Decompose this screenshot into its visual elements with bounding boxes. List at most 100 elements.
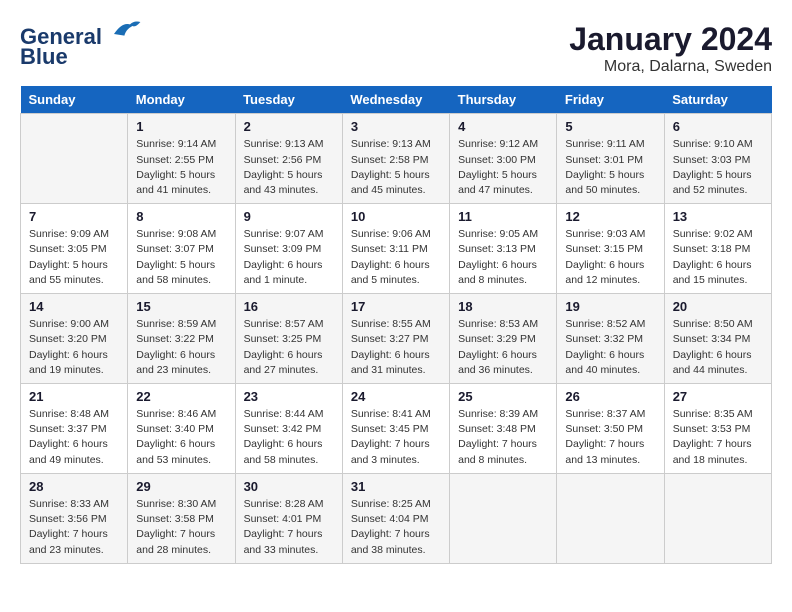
day-info: Sunrise: 9:08 AM Sunset: 3:07 PM Dayligh… bbox=[136, 227, 226, 288]
day-number: 9 bbox=[244, 209, 334, 224]
day-info: Sunrise: 9:07 AM Sunset: 3:09 PM Dayligh… bbox=[244, 227, 334, 288]
day-info: Sunrise: 9:11 AM Sunset: 3:01 PM Dayligh… bbox=[565, 137, 655, 198]
calendar-cell: 6Sunrise: 9:10 AM Sunset: 3:03 PM Daylig… bbox=[664, 114, 771, 204]
day-info: Sunrise: 9:02 AM Sunset: 3:18 PM Dayligh… bbox=[673, 227, 763, 288]
day-number: 8 bbox=[136, 209, 226, 224]
calendar-cell: 29 Sunrise: 8:30 AM Sunset: 3:58 PM Dayli… bbox=[128, 473, 235, 563]
calendar-cell: 1 Sunrise: 9:14 AM Sunset: 2:55 PM Daylig… bbox=[128, 114, 235, 204]
header-monday: Monday bbox=[128, 86, 235, 114]
day-number: 3 bbox=[351, 119, 441, 134]
calendar-cell bbox=[450, 473, 557, 563]
day-info: Sunrise: 9:06 AM Sunset: 3:11 PM Dayligh… bbox=[351, 227, 441, 288]
page-title: January 2024 bbox=[569, 20, 772, 58]
day-info: Sunrise: 9:13 AM Sunset: 2:58 PM Dayligh… bbox=[351, 137, 441, 198]
day-info: Sunrise: 9:12 AM Sunset: 3:00 PM Dayligh… bbox=[458, 137, 548, 198]
calendar-cell bbox=[557, 473, 664, 563]
day-info: Sunrise: 9:13 AM Sunset: 2:56 PM Dayligh… bbox=[244, 137, 334, 198]
day-number: 16 bbox=[244, 299, 334, 314]
calendar-cell: 15 Sunrise: 8:59 AM Sunset: 3:22 PM Dayli… bbox=[128, 294, 235, 384]
header-friday: Friday bbox=[557, 86, 664, 114]
day-number: 14 bbox=[29, 299, 119, 314]
day-info: Sunrise: 8:30 AM Sunset: 3:58 PM Dayligh… bbox=[136, 497, 226, 558]
calendar-week-row: 1 Sunrise: 9:14 AM Sunset: 2:55 PM Daylig… bbox=[21, 114, 772, 204]
calendar-cell bbox=[21, 114, 128, 204]
day-info: Sunrise: 8:55 AM Sunset: 3:27 PM Dayligh… bbox=[351, 317, 441, 378]
calendar-cell: 14 Sunrise: 9:00 AM Sunset: 3:20 PM Dayli… bbox=[21, 294, 128, 384]
calendar-cell: 4 Sunrise: 9:12 AM Sunset: 3:00 PM Daylig… bbox=[450, 114, 557, 204]
day-info: Sunrise: 9:10 AM Sunset: 3:03 PM Dayligh… bbox=[673, 137, 763, 198]
header-sunday: Sunday bbox=[21, 86, 128, 114]
calendar-cell: 2 Sunrise: 9:13 AM Sunset: 2:56 PM Daylig… bbox=[235, 114, 342, 204]
day-info: Sunrise: 8:39 AM Sunset: 3:48 PM Dayligh… bbox=[458, 407, 548, 468]
calendar-cell: 7Sunrise: 9:09 AM Sunset: 3:05 PM Daylig… bbox=[21, 204, 128, 294]
day-info: Sunrise: 8:59 AM Sunset: 3:22 PM Dayligh… bbox=[136, 317, 226, 378]
header-tuesday: Tuesday bbox=[235, 86, 342, 114]
calendar-cell: 16 Sunrise: 8:57 AM Sunset: 3:25 PM Dayli… bbox=[235, 294, 342, 384]
calendar-cell: 3 Sunrise: 9:13 AM Sunset: 2:58 PM Daylig… bbox=[342, 114, 449, 204]
calendar-cell: 23 Sunrise: 8:44 AM Sunset: 3:42 PM Dayli… bbox=[235, 384, 342, 474]
day-number: 5 bbox=[565, 119, 655, 134]
logo: General Blue bbox=[20, 20, 142, 69]
calendar-week-row: 28Sunrise: 8:33 AM Sunset: 3:56 PM Dayli… bbox=[21, 473, 772, 563]
day-info: Sunrise: 8:50 AM Sunset: 3:34 PM Dayligh… bbox=[673, 317, 763, 378]
calendar-cell: 9 Sunrise: 9:07 AM Sunset: 3:09 PM Daylig… bbox=[235, 204, 342, 294]
day-info: Sunrise: 8:44 AM Sunset: 3:42 PM Dayligh… bbox=[244, 407, 334, 468]
calendar-cell: 21Sunrise: 8:48 AM Sunset: 3:37 PM Dayli… bbox=[21, 384, 128, 474]
day-info: Sunrise: 8:53 AM Sunset: 3:29 PM Dayligh… bbox=[458, 317, 548, 378]
calendar-table: Sunday Monday Tuesday Wednesday Thursday… bbox=[20, 86, 772, 563]
calendar-cell bbox=[664, 473, 771, 563]
day-info: Sunrise: 9:14 AM Sunset: 2:55 PM Dayligh… bbox=[136, 137, 226, 198]
day-number: 21 bbox=[29, 389, 119, 404]
day-info: Sunrise: 9:00 AM Sunset: 3:20 PM Dayligh… bbox=[29, 317, 119, 378]
calendar-cell: 22 Sunrise: 8:46 AM Sunset: 3:40 PM Dayli… bbox=[128, 384, 235, 474]
calendar-week-row: 14 Sunrise: 9:00 AM Sunset: 3:20 PM Dayli… bbox=[21, 294, 772, 384]
day-number: 17 bbox=[351, 299, 441, 314]
day-number: 29 bbox=[136, 479, 226, 494]
calendar-header-row: Sunday Monday Tuesday Wednesday Thursday… bbox=[21, 86, 772, 114]
day-number: 7 bbox=[29, 209, 119, 224]
calendar-cell: 18 Sunrise: 8:53 AM Sunset: 3:29 PM Dayli… bbox=[450, 294, 557, 384]
day-info: Sunrise: 8:37 AM Sunset: 3:50 PM Dayligh… bbox=[565, 407, 655, 468]
header-wednesday: Wednesday bbox=[342, 86, 449, 114]
calendar-cell: 12 Sunrise: 9:03 AM Sunset: 3:15 PM Dayli… bbox=[557, 204, 664, 294]
day-info: Sunrise: 9:03 AM Sunset: 3:15 PM Dayligh… bbox=[565, 227, 655, 288]
day-number: 25 bbox=[458, 389, 548, 404]
day-number: 22 bbox=[136, 389, 226, 404]
calendar-cell: 5 Sunrise: 9:11 AM Sunset: 3:01 PM Daylig… bbox=[557, 114, 664, 204]
day-info: Sunrise: 8:57 AM Sunset: 3:25 PM Dayligh… bbox=[244, 317, 334, 378]
day-info: Sunrise: 8:46 AM Sunset: 3:40 PM Dayligh… bbox=[136, 407, 226, 468]
calendar-cell: 8 Sunrise: 9:08 AM Sunset: 3:07 PM Daylig… bbox=[128, 204, 235, 294]
day-number: 18 bbox=[458, 299, 548, 314]
header-thursday: Thursday bbox=[450, 86, 557, 114]
day-number: 10 bbox=[351, 209, 441, 224]
calendar-week-row: 7Sunrise: 9:09 AM Sunset: 3:05 PM Daylig… bbox=[21, 204, 772, 294]
day-number: 4 bbox=[458, 119, 548, 134]
calendar-cell: 28Sunrise: 8:33 AM Sunset: 3:56 PM Dayli… bbox=[21, 473, 128, 563]
calendar-week-row: 21Sunrise: 8:48 AM Sunset: 3:37 PM Dayli… bbox=[21, 384, 772, 474]
calendar-cell: 25 Sunrise: 8:39 AM Sunset: 3:48 PM Dayli… bbox=[450, 384, 557, 474]
day-info: Sunrise: 8:35 AM Sunset: 3:53 PM Dayligh… bbox=[673, 407, 763, 468]
calendar-cell: 10 Sunrise: 9:06 AM Sunset: 3:11 PM Dayli… bbox=[342, 204, 449, 294]
calendar-cell: 24Sunrise: 8:41 AM Sunset: 3:45 PM Dayli… bbox=[342, 384, 449, 474]
day-number: 12 bbox=[565, 209, 655, 224]
day-number: 1 bbox=[136, 119, 226, 134]
day-number: 20 bbox=[673, 299, 763, 314]
calendar-cell: 19 Sunrise: 8:52 AM Sunset: 3:32 PM Dayli… bbox=[557, 294, 664, 384]
calendar-cell: 17 Sunrise: 8:55 AM Sunset: 3:27 PM Dayli… bbox=[342, 294, 449, 384]
page-subtitle: Mora, Dalarna, Sweden bbox=[569, 58, 772, 76]
calendar-cell: 27Sunrise: 8:35 AM Sunset: 3:53 PM Dayli… bbox=[664, 384, 771, 474]
day-number: 11 bbox=[458, 209, 548, 224]
calendar-cell: 26 Sunrise: 8:37 AM Sunset: 3:50 PM Dayli… bbox=[557, 384, 664, 474]
day-number: 19 bbox=[565, 299, 655, 314]
calendar-cell: 11 Sunrise: 9:05 AM Sunset: 3:13 PM Dayli… bbox=[450, 204, 557, 294]
logo-text-line2: Blue bbox=[20, 44, 68, 69]
calendar-cell: 13Sunrise: 9:02 AM Sunset: 3:18 PM Dayli… bbox=[664, 204, 771, 294]
day-info: Sunrise: 9:05 AM Sunset: 3:13 PM Dayligh… bbox=[458, 227, 548, 288]
day-info: Sunrise: 8:52 AM Sunset: 3:32 PM Dayligh… bbox=[565, 317, 655, 378]
header-saturday: Saturday bbox=[664, 86, 771, 114]
day-number: 15 bbox=[136, 299, 226, 314]
day-info: Sunrise: 8:41 AM Sunset: 3:45 PM Dayligh… bbox=[351, 407, 441, 468]
day-number: 26 bbox=[565, 389, 655, 404]
day-number: 2 bbox=[244, 119, 334, 134]
day-number: 23 bbox=[244, 389, 334, 404]
